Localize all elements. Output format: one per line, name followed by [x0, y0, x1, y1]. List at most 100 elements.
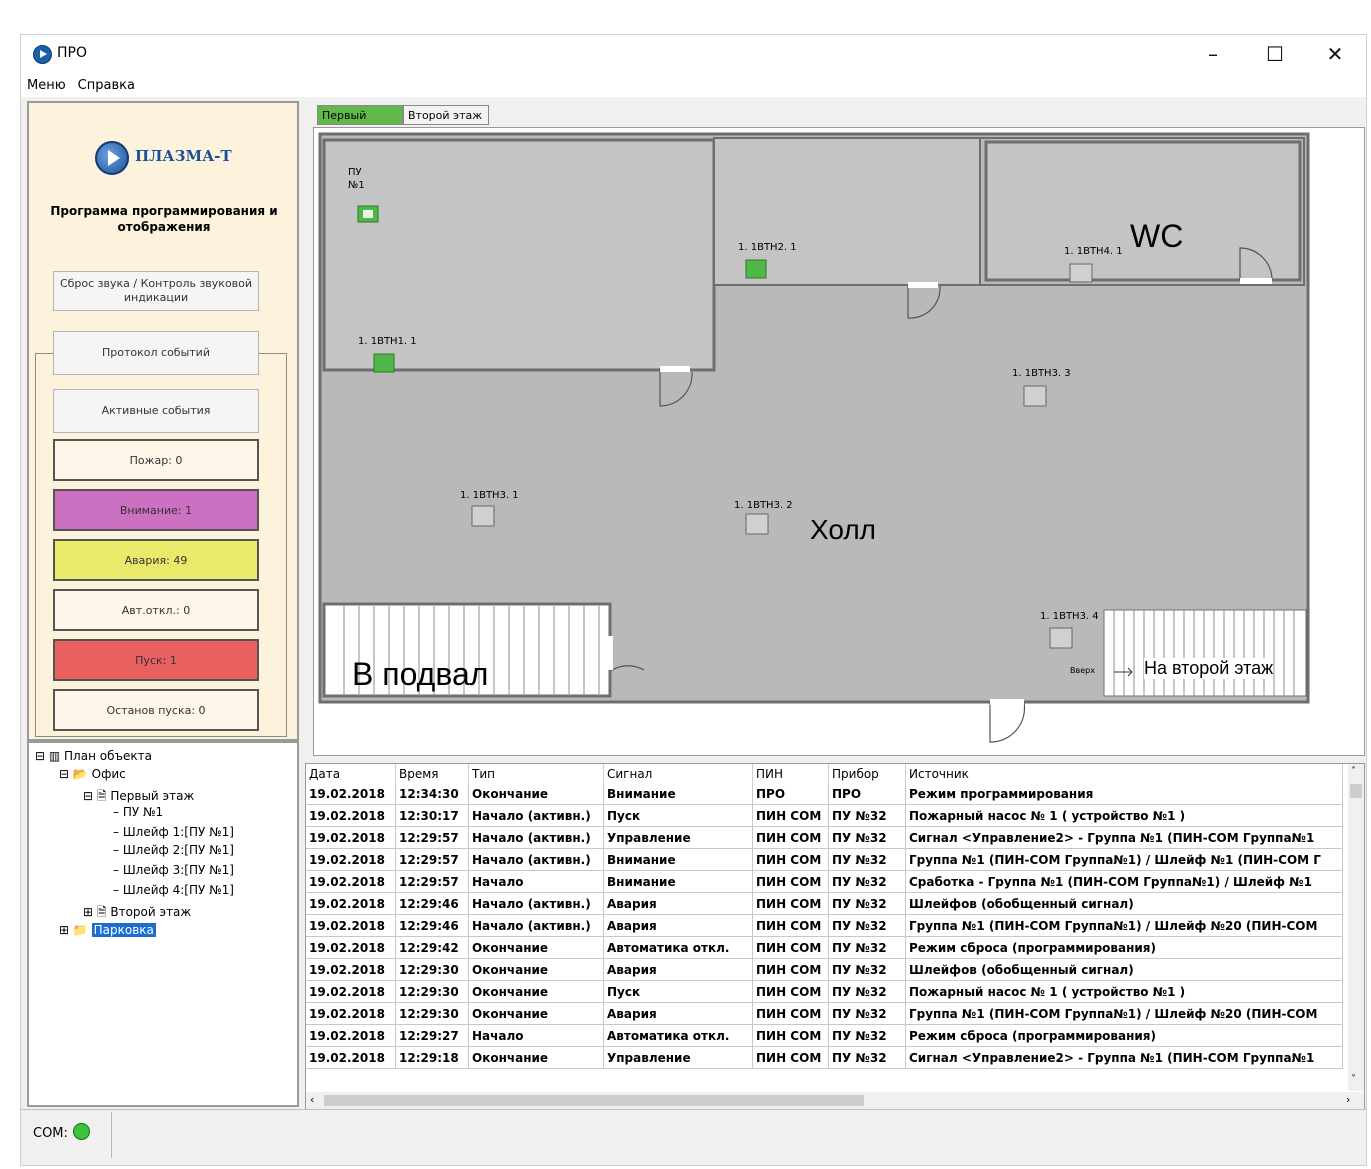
device-1vtn3-3[interactable]: 1. 1ВТН3. 3 — [1012, 368, 1071, 379]
table-cell: Сработка - Группа №1 (ПИН-СОМ Группа№1) … — [905, 870, 1343, 893]
device-1vtn1-1[interactable]: 1. 1ВТН1. 1 — [358, 336, 417, 347]
horizontal-scrollbar[interactable]: ‹ › — [306, 1092, 1364, 1109]
menu-bar: Меню Справка — [21, 75, 1366, 97]
tree-item-loop1[interactable]: – Шлейф 1:[ПУ №1] — [113, 825, 234, 839]
table-cell: 19.02.2018 — [306, 892, 396, 915]
tree-item-office[interactable]: ⊟ 📂 Офис — [59, 767, 126, 781]
table-cell: ПИН СОМ — [752, 892, 829, 915]
table-row[interactable]: 19.02.2018 12:29:18 Окончание Управление ПИН… — [306, 1046, 1343, 1069]
col-type[interactable]: Тип — [468, 764, 604, 783]
table-row[interactable]: 19.02.2018 12:29:46 Начало (активн.) Авария… — [306, 892, 1343, 915]
table-cell: Группа №1 (ПИН-СОМ Группа№1) / Шлейф №20… — [905, 1002, 1343, 1025]
scroll-down-icon[interactable]: ˅ — [1351, 1074, 1356, 1085]
table-cell: Режим программирования — [905, 783, 1343, 805]
maximize-button[interactable]: ☐ — [1253, 39, 1297, 69]
table-row[interactable]: 19.02.2018 12:29:30 Окончание Авария ПИН СОМ… — [306, 958, 1343, 981]
app-subtitle: Программа программирования и отображения — [50, 204, 278, 234]
table-row[interactable]: 19.02.2018 12:29:30 Окончание Авария ПИН СОМ… — [306, 1002, 1343, 1025]
tree-item-loop3[interactable]: – Шлейф 3:[ПУ №1] — [113, 863, 234, 877]
table-cell: Режим сброса (программирования) — [905, 1024, 1343, 1047]
tab-first-floor[interactable]: Первый этаж — [317, 105, 403, 142]
table-cell: 12:29:30 — [395, 980, 469, 1003]
table-cell: 12:29:46 — [395, 914, 469, 937]
tab-second-floor[interactable]: Второй этаж — [403, 105, 489, 125]
floor-plan: ПУ №1 1. 1ВТН2. 1 1. 1ВТН4. 1 1. 1ВТН1. … — [313, 127, 1365, 756]
table-cell: Начало (активн.) — [468, 914, 604, 937]
active-events-button[interactable]: Активные события — [53, 389, 259, 433]
room-label-hall: Холл — [810, 514, 876, 545]
fault-counter-button[interactable]: Авария: 49 — [53, 539, 259, 581]
table-cell: Внимание — [603, 870, 753, 893]
col-time[interactable]: Время — [395, 764, 469, 783]
scroll-left-icon[interactable]: ‹ — [310, 1093, 314, 1106]
device-1vtn2-1[interactable]: 1. 1ВТН2. 1 — [738, 242, 797, 253]
device-1vtn3-1[interactable]: 1. 1ВТН3. 1 — [460, 490, 519, 501]
app-window: ПРО – ☐ ✕ Меню Справка ПЛАЗМА-Т Программа… — [20, 34, 1367, 1166]
table-cell: ПУ №32 — [828, 1046, 906, 1069]
minimize-button[interactable]: – — [1191, 39, 1235, 69]
table-cell: Начало (активн.) — [468, 804, 604, 827]
table-cell: ПИН СОМ — [752, 870, 829, 893]
device-1vtn3-4[interactable]: 1. 1ВТН3. 4 — [1040, 611, 1099, 622]
sound-reset-button[interactable]: Сброс звука / Контроль звуковой индикаци… — [53, 271, 259, 311]
table-row[interactable]: 19.02.2018 12:29:57 Начало (активн.) Вниман… — [306, 848, 1343, 871]
table-cell: Управление — [603, 826, 753, 849]
scroll-up-icon[interactable]: ˄ — [1351, 766, 1356, 777]
tree-item-parking[interactable]: ⊞ 📁 Парковка — [59, 923, 156, 937]
table-cell: ПРО — [752, 783, 829, 805]
table-cell: 12:30:17 — [395, 804, 469, 827]
col-device[interactable]: Прибор — [828, 764, 906, 783]
table-cell: Начало — [468, 1024, 604, 1047]
table-cell: 12:29:18 — [395, 1046, 469, 1069]
table-cell: 19.02.2018 — [306, 1024, 396, 1047]
table-cell: Автоматика откл. — [603, 1024, 753, 1047]
title-bar: ПРО – ☐ ✕ — [21, 35, 1366, 75]
table-row[interactable]: 19.02.2018 12:29:46 Начало (активн.) Авария… — [306, 914, 1343, 937]
protocol-button[interactable]: Протокол событий — [53, 331, 259, 375]
auto-off-counter-button[interactable]: Авт.откл.: 0 — [53, 589, 259, 631]
tree-item-root[interactable]: ⊟ ▥ План объекта — [35, 749, 152, 763]
tree-item-loop2[interactable]: – Шлейф 2:[ПУ №1] — [113, 843, 234, 857]
table-row[interactable]: 19.02.2018 12:29:27 Начало Автоматика откл.… — [306, 1024, 1343, 1047]
table-cell: 12:29:27 — [395, 1024, 469, 1047]
hscroll-thumb[interactable] — [324, 1095, 864, 1106]
tree-item-loop4[interactable]: – Шлейф 4:[ПУ №1] — [113, 883, 234, 897]
col-pin[interactable]: ПИН — [752, 764, 829, 783]
table-row[interactable]: 19.02.2018 12:29:30 Окончание Пуск ПИН СОМ ПУ… — [306, 980, 1343, 1003]
table-row[interactable]: 19.02.2018 12:34:30 Окончание Внимание ПРО ПР… — [306, 783, 1343, 805]
tree-office-label: Офис — [91, 767, 126, 781]
table-cell: ПИН СОМ — [752, 936, 829, 959]
menu-item-help[interactable]: Справка — [72, 75, 141, 93]
col-signal[interactable]: Сигнал — [603, 764, 753, 783]
table-cell: Начало — [468, 870, 604, 893]
attention-counter-button[interactable]: Внимание: 1 — [53, 489, 259, 531]
table-cell: Группа №1 (ПИН-СОМ Группа№1) / Шлейф №20… — [905, 914, 1343, 937]
stop-start-counter-button[interactable]: Останов пуска: 0 — [53, 689, 259, 731]
col-date[interactable]: Дата — [306, 764, 396, 783]
table-cell: Окончание — [468, 980, 604, 1003]
close-button[interactable]: ✕ — [1313, 39, 1357, 69]
table-cell: ПИН СОМ — [752, 1024, 829, 1047]
device-1vtn3-2[interactable]: 1. 1ВТН3. 2 — [734, 500, 793, 511]
app-icon — [33, 45, 52, 64]
device-1vtn4-1[interactable]: 1. 1ВТН4. 1 — [1064, 246, 1123, 257]
table-cell: Пожарный насос № 1 ( устройство №1 ) — [905, 980, 1343, 1003]
menu-item-menu[interactable]: Меню — [21, 75, 72, 93]
table-cell: Авария — [603, 958, 753, 981]
table-row[interactable]: 19.02.2018 12:29:42 Окончание Автоматика от… — [306, 936, 1343, 959]
table-row[interactable]: 19.02.2018 12:29:57 Начало (активн.) Управл… — [306, 826, 1343, 849]
table-cell: 19.02.2018 — [306, 936, 396, 959]
table-row[interactable]: 19.02.2018 12:29:57 Начало Внимание ПИН СОМ П… — [306, 870, 1343, 893]
scroll-right-icon[interactable]: › — [1346, 1093, 1350, 1106]
vscroll-thumb[interactable] — [1350, 784, 1362, 798]
col-source[interactable]: Источник — [905, 764, 1343, 783]
start-counter-button[interactable]: Пуск: 1 — [53, 639, 259, 681]
tree-item-pu[interactable]: – ПУ №1 — [113, 805, 163, 819]
table-cell: Авария — [603, 1002, 753, 1025]
table-row[interactable]: 19.02.2018 12:30:17 Начало (активн.) Пуск ПИ… — [306, 804, 1343, 827]
table-cell: 12:29:30 — [395, 1002, 469, 1025]
vertical-scrollbar[interactable]: ˄ ˅ — [1348, 764, 1364, 1091]
tree-item-floor2[interactable]: ⊞ 🗎 Второй этаж — [83, 903, 191, 924]
fire-counter-button[interactable]: Пожар: 0 — [53, 439, 259, 481]
status-divider — [111, 1112, 112, 1158]
